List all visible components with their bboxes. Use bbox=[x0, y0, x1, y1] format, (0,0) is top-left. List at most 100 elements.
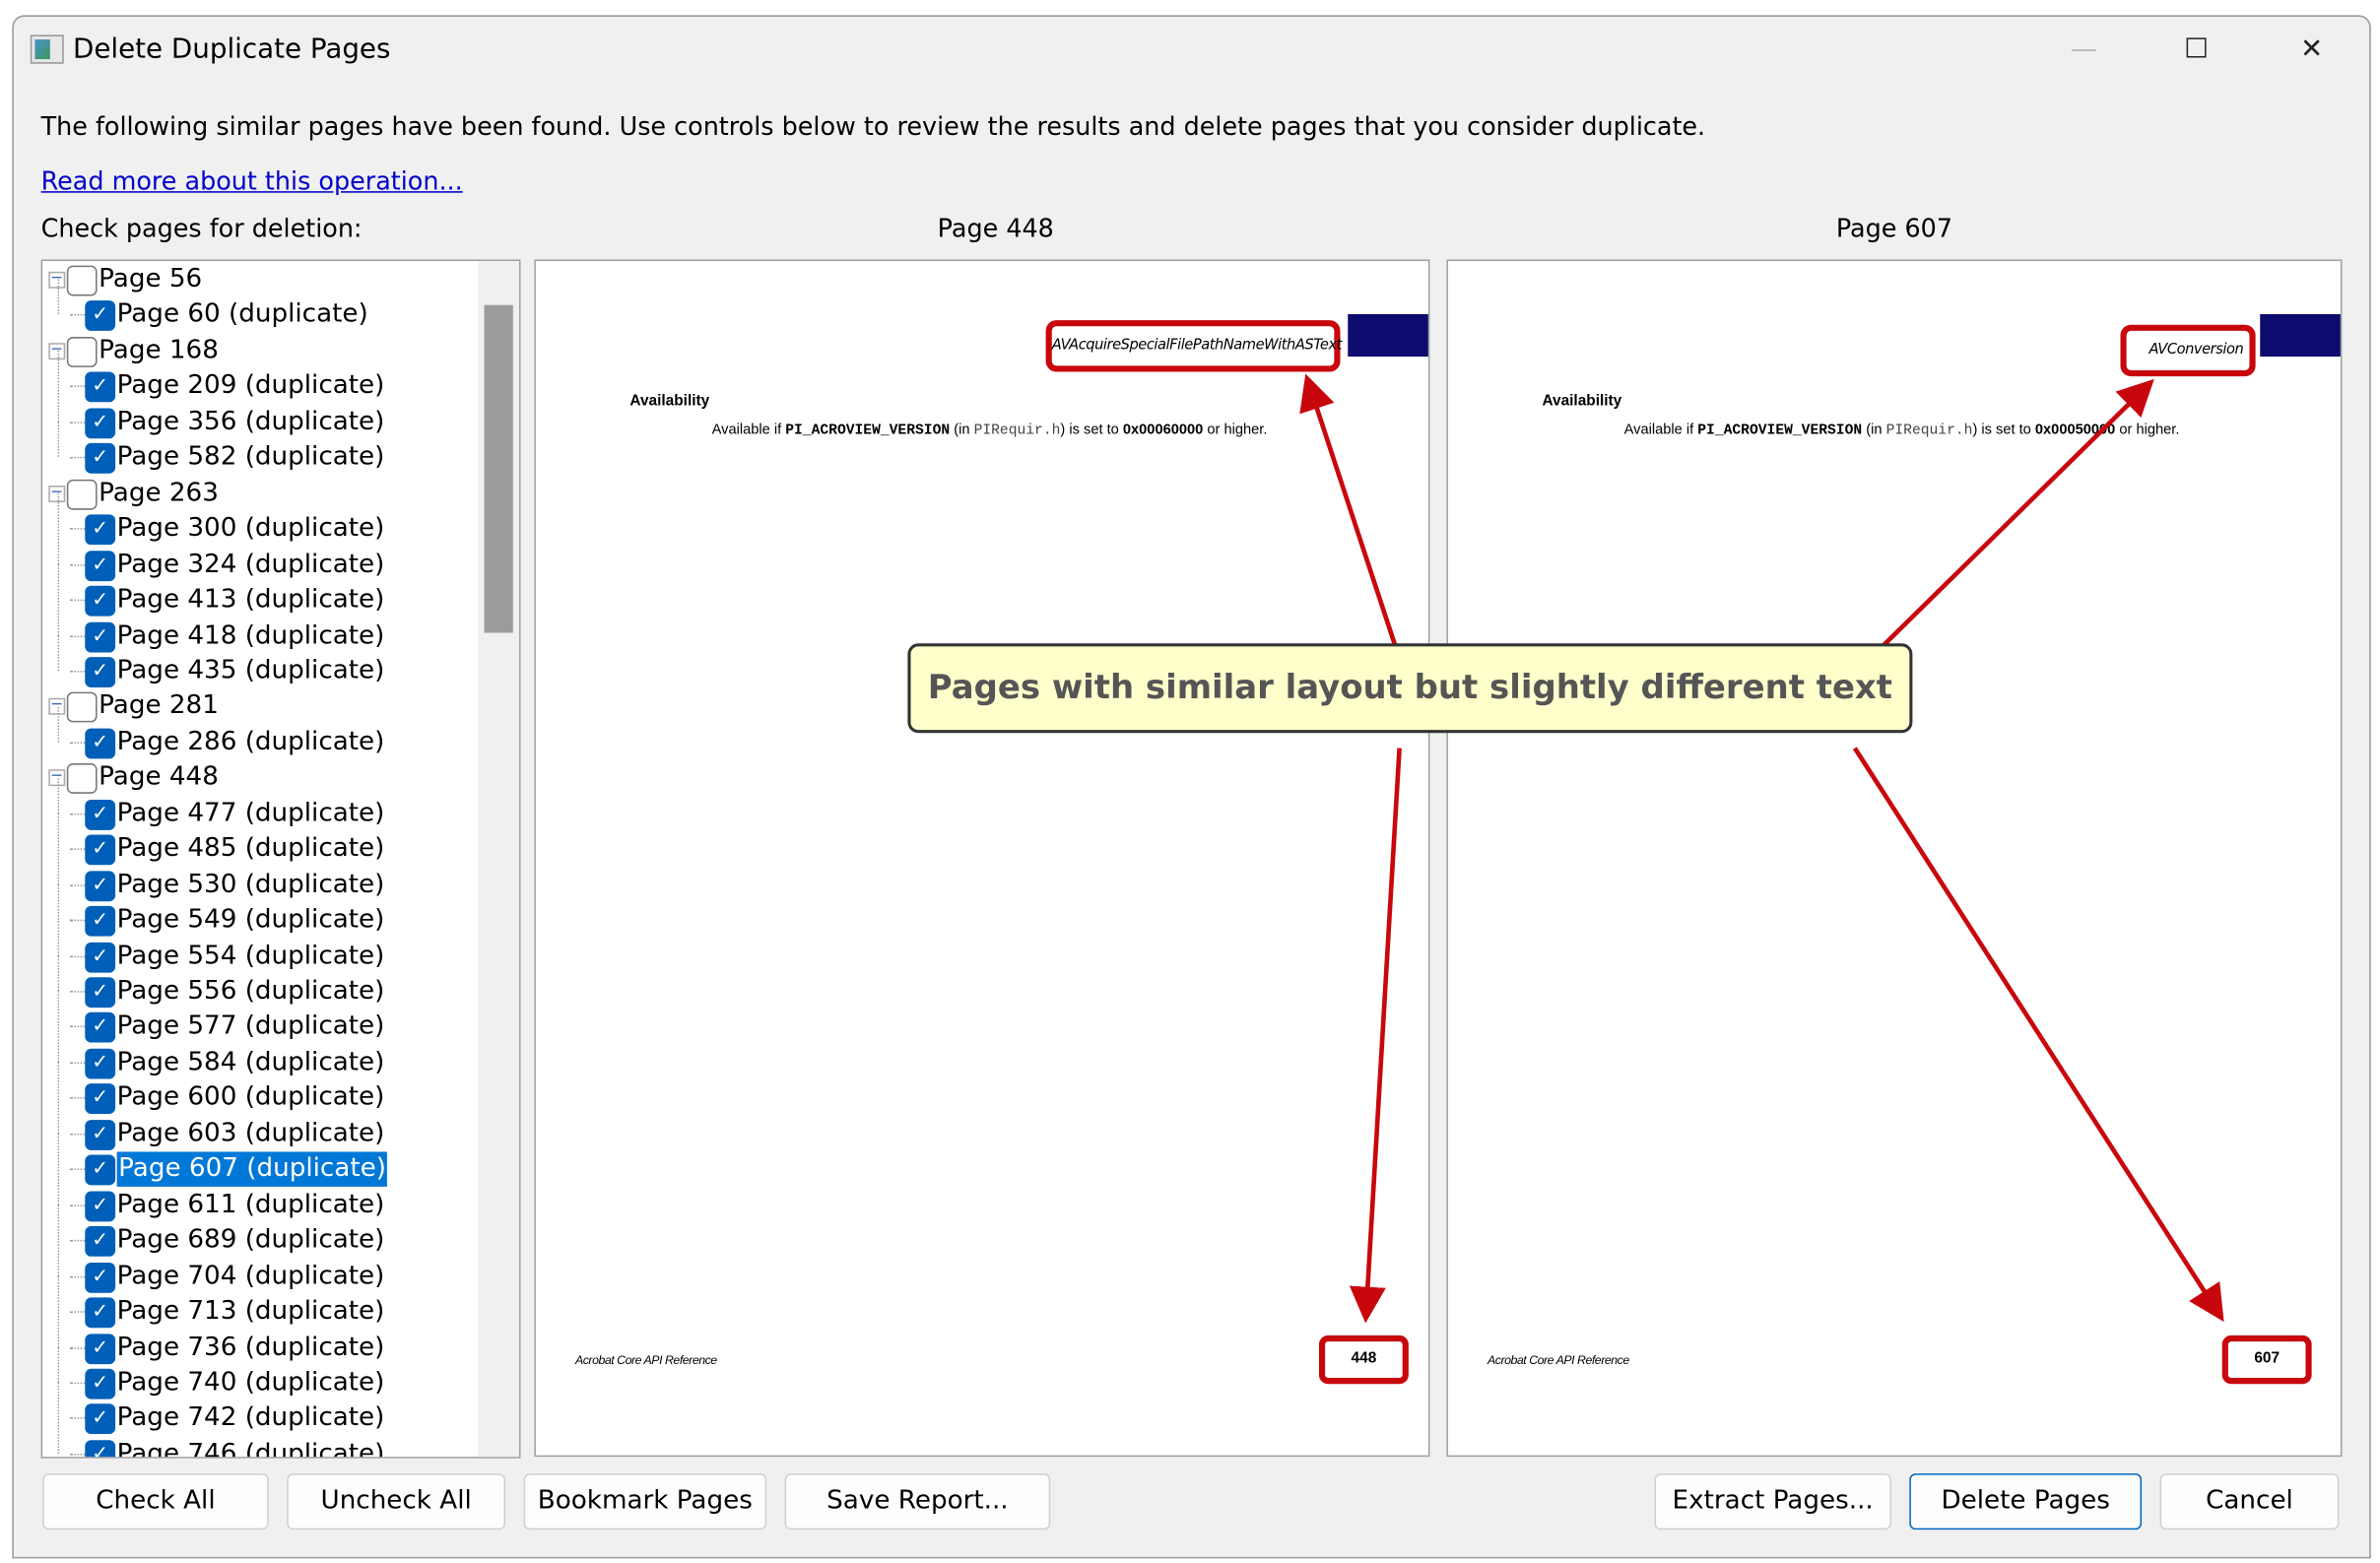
tree-child-item[interactable]: ✓ Page 742 (duplicate) bbox=[42, 1383, 478, 1436]
tree-item-label: Page 611 (duplicate) bbox=[116, 1189, 385, 1220]
tree-child-item[interactable]: ✓ Page 704 (duplicate) bbox=[42, 1240, 478, 1293]
checkbox-checked[interactable]: ✓ bbox=[85, 1368, 116, 1400]
bookmark-pages-button[interactable]: Bookmark Pages bbox=[523, 1473, 767, 1530]
cancel-button[interactable]: Cancel bbox=[2159, 1473, 2340, 1530]
tree-child-item[interactable]: ✓ Page 324 (duplicate) bbox=[42, 529, 478, 582]
tree-child-item[interactable]: ✓ Page 286 (duplicate) bbox=[42, 706, 478, 759]
checkbox-checked[interactable]: ✓ bbox=[85, 620, 116, 652]
checkbox-checked[interactable]: ✓ bbox=[85, 1012, 116, 1044]
tree-group-item[interactable]: − Page 56 bbox=[42, 263, 478, 297]
checkbox-checked[interactable]: ✓ bbox=[85, 977, 116, 1009]
tree-group-item[interactable]: − Page 168 bbox=[42, 334, 478, 368]
checkbox-checked[interactable]: ✓ bbox=[85, 1439, 116, 1458]
tree-item-label: Page 263 bbox=[99, 477, 219, 508]
tree-child-item[interactable]: ✓ Page 611 (duplicate) bbox=[42, 1169, 478, 1222]
right-preview-caption: Page 607 bbox=[1835, 214, 1952, 243]
checkbox-checked[interactable]: ✓ bbox=[85, 942, 116, 972]
page-number-highlight: 607 bbox=[2221, 1335, 2312, 1385]
tree-child-item[interactable]: ✓ Page 356 (duplicate) bbox=[42, 386, 478, 439]
tree-item-label: Page 209 (duplicate) bbox=[116, 370, 385, 402]
checkbox-unchecked[interactable] bbox=[66, 692, 98, 724]
checkbox-checked[interactable]: ✓ bbox=[85, 514, 116, 546]
tree-group-item[interactable]: − Page 281 bbox=[42, 689, 478, 724]
tree-child-item[interactable]: ✓ Page 736 (duplicate) bbox=[42, 1312, 478, 1365]
tree-child-item[interactable]: ✓ Page 209 (duplicate) bbox=[42, 351, 478, 404]
tree-child-item[interactable]: ✓ Page 740 (duplicate) bbox=[42, 1347, 478, 1400]
tree-item-label: Page 324 (duplicate) bbox=[116, 549, 385, 579]
tree-child-item[interactable]: ✓ Page 300 (duplicate) bbox=[42, 492, 478, 546]
extract-pages-button[interactable]: Extract Pages... bbox=[1654, 1473, 1891, 1530]
checkbox-checked[interactable]: ✓ bbox=[85, 1119, 116, 1150]
checkbox-checked[interactable]: ✓ bbox=[85, 799, 116, 830]
tree-child-item[interactable]: ✓ Page 713 (duplicate) bbox=[42, 1275, 478, 1329]
tree-child-item[interactable]: ✓ Page 413 (duplicate) bbox=[42, 564, 478, 618]
delete-pages-button[interactable]: Delete Pages bbox=[1909, 1473, 2143, 1530]
page-header-highlight: AVConversion bbox=[2120, 324, 2256, 377]
maximize-icon[interactable]: ☐ bbox=[2166, 29, 2227, 71]
tree-child-item[interactable]: ✓ Page 746 (duplicate) bbox=[42, 1418, 478, 1458]
tree-item-label: Page 584 (duplicate) bbox=[116, 1046, 385, 1077]
checkbox-checked[interactable]: ✓ bbox=[85, 1297, 116, 1329]
tree-item-label: Page 448 bbox=[99, 761, 219, 793]
minimize-icon[interactable]: — bbox=[2054, 29, 2115, 71]
checkbox-checked[interactable]: ✓ bbox=[85, 1333, 116, 1364]
checkbox-checked[interactable]: ✓ bbox=[85, 443, 116, 475]
tree-item-label: Page 607 (duplicate) bbox=[116, 1151, 388, 1188]
checkbox-checked[interactable]: ✓ bbox=[85, 1262, 116, 1293]
checkbox-checked[interactable]: ✓ bbox=[85, 870, 116, 901]
tree-child-item[interactable]: ✓ Page 600 (duplicate) bbox=[42, 1063, 478, 1116]
tree-child-item[interactable]: ✓ Page 577 (duplicate) bbox=[42, 991, 478, 1044]
header-color-block bbox=[1348, 313, 1428, 358]
checkbox-checked[interactable]: ✓ bbox=[85, 300, 116, 332]
tree-item-label: Page 300 (duplicate) bbox=[116, 513, 385, 544]
tree-child-item[interactable]: ✓ Page 584 (duplicate) bbox=[42, 1026, 478, 1079]
checkbox-checked[interactable]: ✓ bbox=[85, 1403, 116, 1435]
checkbox-checked[interactable]: ✓ bbox=[85, 1191, 116, 1221]
checkbox-unchecked[interactable] bbox=[66, 479, 98, 510]
tree-child-item[interactable]: ✓ Page 582 (duplicate) bbox=[42, 422, 478, 475]
tree-item-label: Page 689 (duplicate) bbox=[116, 1224, 385, 1256]
close-icon[interactable]: ✕ bbox=[2281, 29, 2343, 71]
save-report-button[interactable]: Save Report... bbox=[784, 1473, 1051, 1530]
tree-child-item[interactable]: ✓ Page 530 (duplicate) bbox=[42, 849, 478, 902]
tree-child-item[interactable]: ✓ Page 418 (duplicate) bbox=[42, 600, 478, 653]
tree-child-item[interactable]: ✓ Page 689 (duplicate) bbox=[42, 1205, 478, 1258]
checkbox-checked[interactable]: ✓ bbox=[85, 1154, 116, 1186]
checkbox-unchecked[interactable] bbox=[66, 265, 98, 296]
tree-group-item[interactable]: − Page 448 bbox=[42, 760, 478, 795]
tree-child-item[interactable]: ✓ Page 477 (duplicate) bbox=[42, 778, 478, 831]
tree-item-label: Page 477 (duplicate) bbox=[116, 798, 385, 828]
checkbox-checked[interactable]: ✓ bbox=[85, 728, 116, 759]
checkbox-checked[interactable]: ✓ bbox=[85, 834, 116, 866]
checkbox-checked[interactable]: ✓ bbox=[85, 550, 116, 581]
scrollbar-thumb[interactable] bbox=[484, 304, 513, 633]
pages-tree[interactable]: − Page 56 ✓ Page 60 (duplicate) − Page 1… bbox=[40, 259, 521, 1459]
tree-item-label: Page 556 (duplicate) bbox=[116, 975, 385, 1007]
uncheck-all-button[interactable]: Uncheck All bbox=[287, 1473, 506, 1530]
check-all-button[interactable]: Check All bbox=[42, 1473, 269, 1530]
checkbox-checked[interactable]: ✓ bbox=[85, 408, 116, 438]
tree-child-item[interactable]: ✓ Page 485 (duplicate) bbox=[42, 814, 478, 867]
tree-item-label: Page 356 (duplicate) bbox=[116, 406, 385, 437]
read-more-link[interactable]: Read more about this operation... bbox=[41, 166, 463, 195]
tree-child-item[interactable]: ✓ Page 556 (duplicate) bbox=[42, 955, 478, 1009]
checkbox-checked[interactable]: ✓ bbox=[85, 657, 116, 687]
left-page-preview: AVAcquireSpecialFilePathNameWithASText A… bbox=[534, 259, 1430, 1458]
tree-child-item[interactable]: ✓ Page 549 (duplicate) bbox=[42, 884, 478, 938]
tree-child-item[interactable]: ✓ Page 435 (duplicate) bbox=[42, 635, 478, 688]
tree-group-item[interactable]: − Page 263 bbox=[42, 476, 478, 510]
tree-child-item[interactable]: ✓ Page 554 (duplicate) bbox=[42, 920, 478, 973]
checkbox-checked[interactable]: ✓ bbox=[85, 1083, 116, 1115]
checkbox-unchecked[interactable] bbox=[66, 763, 98, 795]
checkbox-checked[interactable]: ✓ bbox=[85, 585, 116, 617]
tree-child-item[interactable]: ✓ Page 603 (duplicate) bbox=[42, 1098, 478, 1151]
checkbox-checked[interactable]: ✓ bbox=[85, 1226, 116, 1257]
tree-item-label: Page 600 (duplicate) bbox=[116, 1082, 385, 1113]
tree-scrollbar[interactable] bbox=[478, 261, 519, 1458]
tree-child-item[interactable]: ✓ Page 60 (duplicate) bbox=[42, 280, 478, 333]
checkbox-checked[interactable]: ✓ bbox=[85, 1048, 116, 1079]
checkbox-checked[interactable]: ✓ bbox=[85, 906, 116, 937]
checkbox-checked[interactable]: ✓ bbox=[85, 372, 116, 403]
checkbox-unchecked[interactable] bbox=[66, 336, 98, 367]
tree-child-item[interactable]: ✓ Page 607 (duplicate) bbox=[42, 1134, 478, 1188]
